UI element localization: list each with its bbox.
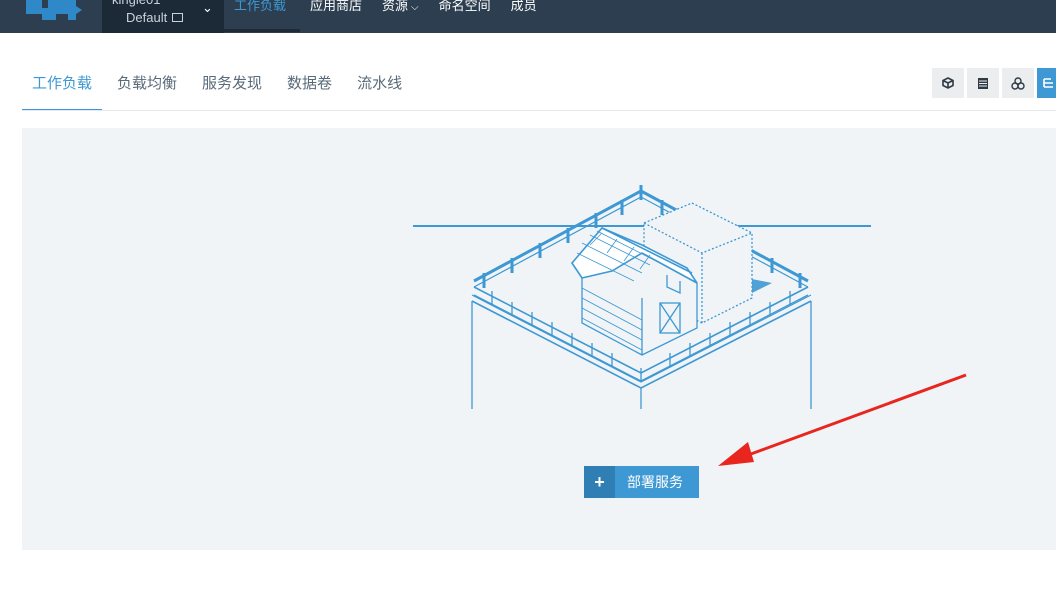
chevron-down-icon: ⌵	[411, 2, 419, 13]
rancher-logo-icon[interactable]	[24, 0, 82, 20]
nav-item-app-store[interactable]: 应用商店	[300, 0, 372, 32]
list-icon	[978, 77, 988, 89]
tree-icon	[1043, 78, 1053, 88]
tree-view-button[interactable]	[1037, 68, 1056, 98]
tabs-divider	[22, 110, 1056, 111]
cluster-icon	[1011, 76, 1025, 90]
view-mode-toggle	[932, 68, 1056, 98]
top-navigation-bar: kingle01 Default ⌄ 工作负载 应用商店 资源⌵ 命名空间 成员	[0, 0, 1056, 33]
workload-tabs: 工作负载 负载均衡 服务发现 数据卷 流水线	[22, 64, 417, 111]
nav-item-resources[interactable]: 资源 ⌵	[372, 0, 429, 32]
nav-item-workloads[interactable]: 工作负载	[224, 0, 300, 32]
nav-item-namespaces[interactable]: 命名空间	[429, 0, 501, 32]
list-view-button[interactable]	[967, 68, 999, 98]
tab-workloads[interactable]: 工作负载	[22, 64, 103, 111]
deploy-service-button[interactable]: + 部署服务	[584, 466, 699, 498]
tab-service-discovery[interactable]: 服务发现	[192, 64, 272, 110]
plus-icon: +	[584, 466, 615, 498]
tab-pipelines[interactable]: 流水线	[347, 64, 412, 110]
tab-volumes[interactable]: 数据卷	[277, 64, 342, 110]
cube-icon	[942, 77, 954, 89]
chevron-down-icon[interactable]: ⌄	[202, 0, 213, 16]
nav-item-members[interactable]: 成员	[501, 0, 547, 32]
annotation-arrow-icon	[718, 373, 967, 466]
cluster-view-button[interactable]	[1002, 68, 1034, 98]
environment-name: kingle01	[112, 0, 160, 7]
deploy-service-label: 部署服务	[627, 474, 683, 490]
folder-icon	[172, 13, 184, 22]
tab-load-balancing[interactable]: 负载均衡	[107, 64, 187, 110]
main-nav: 工作负载 应用商店 资源 ⌵ 命名空间 成员	[224, 0, 547, 33]
project-name: Default	[126, 10, 184, 25]
environment-switcher[interactable]: kingle01 Default ⌄	[102, 0, 224, 33]
cube-view-button[interactable]	[932, 68, 964, 98]
